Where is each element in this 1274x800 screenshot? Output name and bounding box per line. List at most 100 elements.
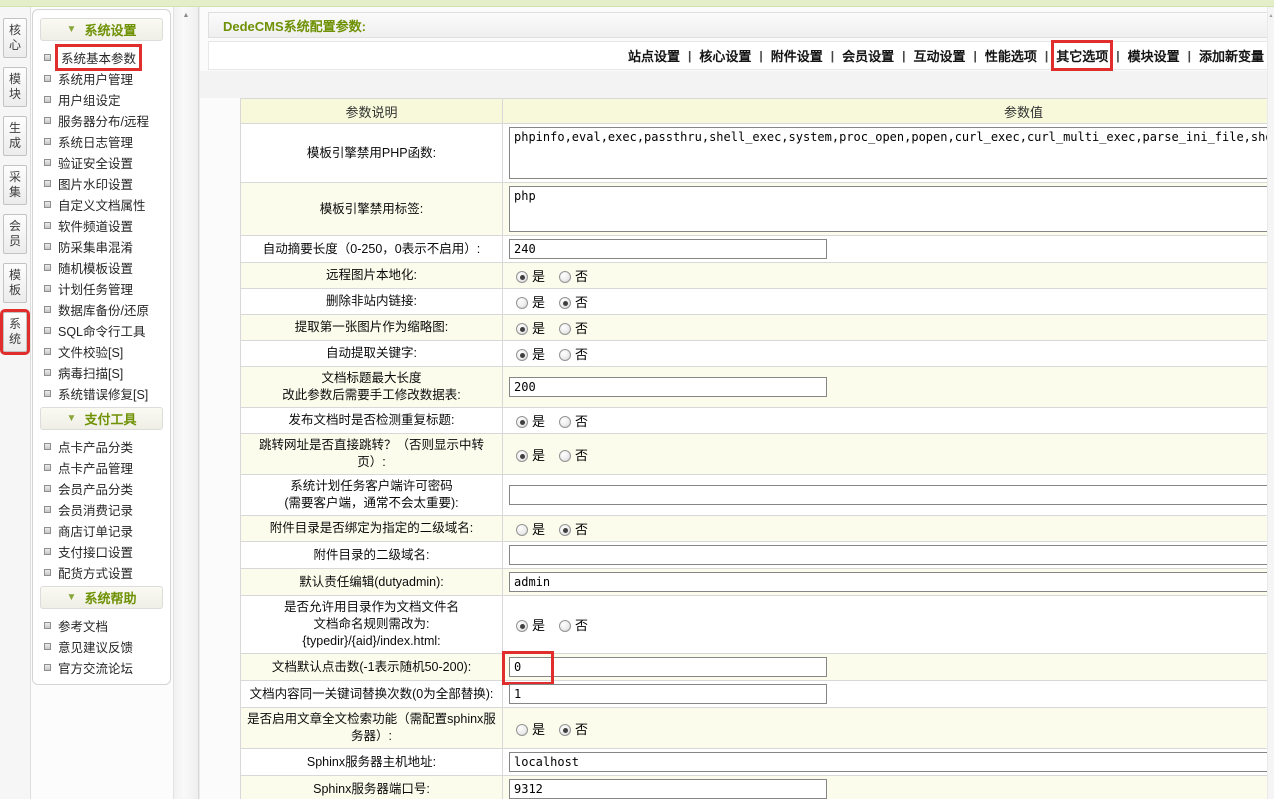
radio-option-no[interactable]: 否 [559,722,588,737]
radio-icon[interactable] [516,450,528,462]
radio-option-no[interactable]: 否 [559,269,588,284]
sidebar-item-会员产品分类[interactable]: 会员产品分类 [33,478,170,499]
sidebar-item-系统基本参数[interactable]: 系统基本参数 [33,47,170,68]
bullet-icon [44,527,51,534]
radio-icon[interactable] [516,271,528,283]
param-input[interactable] [509,572,1274,592]
sidebar-item-商店订单记录[interactable]: 商店订单记录 [33,520,170,541]
radio-icon[interactable] [516,297,528,309]
sidebar-item-会员消费记录[interactable]: 会员消费记录 [33,499,170,520]
section-header-系统帮助[interactable]: ▼系统帮助 [40,586,163,609]
sidebar-item-系统用户管理[interactable]: 系统用户管理 [33,68,170,89]
sidebar-item-数据库备份/还原[interactable]: 数据库备份/还原 [33,299,170,320]
radio-icon[interactable] [559,620,571,632]
sidebar-item-计划任务管理[interactable]: 计划任务管理 [33,278,170,299]
module-tab-会员[interactable]: 会 员 [3,214,27,254]
radio-icon[interactable] [516,620,528,632]
param-input[interactable] [509,657,827,677]
sidebar-item-点卡产品分类[interactable]: 点卡产品分类 [33,436,170,457]
sidebar-item-随机模板设置[interactable]: 随机模板设置 [33,257,170,278]
radio-option-no[interactable]: 否 [559,618,588,633]
radio-icon[interactable] [559,271,571,283]
module-tab-系统[interactable]: 系 统 [3,312,27,352]
radio-option-yes[interactable]: 是 [516,448,545,463]
sidebar-item-防采集串混淆[interactable]: 防采集串混淆 [33,236,170,257]
module-tab-模块[interactable]: 模 块 [3,67,27,107]
radio-icon[interactable] [516,524,528,536]
tab-添加新变量[interactable]: 添加新变量 [1197,43,1266,68]
module-tab-核心[interactable]: 核 心 [3,18,27,58]
radio-option-no[interactable]: 否 [559,414,588,429]
radio-icon[interactable] [559,349,571,361]
radio-icon[interactable] [516,323,528,335]
main-scrollbar[interactable]: ▲ [1267,7,1274,799]
tab-站点设置[interactable]: 站点设置 [626,43,682,68]
tab-模块设置[interactable]: 模块设置 [1126,43,1182,68]
sidebar-item-系统错误修复[S][interactable]: 系统错误修复[S] [33,383,170,404]
param-input[interactable] [509,377,827,397]
sidebar-item-label: 商店订单记录 [58,521,133,540]
radio-option-no[interactable]: 否 [559,448,588,463]
radio-icon[interactable] [559,297,571,309]
param-input[interactable] [509,485,1274,505]
sidebar-item-意见建议反馈[interactable]: 意见建议反馈 [33,636,170,657]
radio-icon[interactable] [559,524,571,536]
radio-label-yes: 是 [532,321,545,336]
sidebar-item-病毒扫描[S][interactable]: 病毒扫描[S] [33,362,170,383]
sidebar-item-验证安全设置[interactable]: 验证安全设置 [33,152,170,173]
param-input[interactable] [509,752,1274,772]
radio-icon[interactable] [559,416,571,428]
sidebar-item-点卡产品管理[interactable]: 点卡产品管理 [33,457,170,478]
sidebar-item-用户组设定[interactable]: 用户组设定 [33,89,170,110]
radio-option-yes[interactable]: 是 [516,414,545,429]
sidebar-item-支付接口设置[interactable]: 支付接口设置 [33,541,170,562]
param-textarea[interactable] [509,186,1274,232]
radio-option-yes[interactable]: 是 [516,522,545,537]
sidebar-item-软件频道设置[interactable]: 软件频道设置 [33,215,170,236]
radio-option-yes[interactable]: 是 [516,295,545,310]
param-input[interactable] [509,779,827,799]
sidebar-item-官方交流论坛[interactable]: 官方交流论坛 [33,657,170,678]
tab-会员设置[interactable]: 会员设置 [840,43,896,68]
tab-其它选项[interactable]: 其它选项 [1054,43,1110,68]
radio-option-no[interactable]: 否 [559,522,588,537]
radio-option-no[interactable]: 否 [559,347,588,362]
param-input[interactable] [509,545,1274,565]
tab-互动设置[interactable]: 互动设置 [911,43,967,68]
param-input[interactable] [509,684,827,704]
scroll-up-arrow-icon[interactable]: ▲ [174,12,198,19]
sidebar-item-SQL命令行工具[interactable]: SQL命令行工具 [33,320,170,341]
sidebar-item-自定义文档属性[interactable]: 自定义文档属性 [33,194,170,215]
radio-icon[interactable] [559,724,571,736]
sidebar-item-配货方式设置[interactable]: 配货方式设置 [33,562,170,583]
radio-icon[interactable] [516,724,528,736]
radio-option-no[interactable]: 否 [559,295,588,310]
radio-option-yes[interactable]: 是 [516,618,545,633]
bullet-icon [44,643,51,650]
radio-icon[interactable] [559,323,571,335]
sidebar-item-图片水印设置[interactable]: 图片水印设置 [33,173,170,194]
param-input[interactable] [509,239,827,259]
radio-option-yes[interactable]: 是 [516,269,545,284]
sidebar-item-参考文档[interactable]: 参考文档 [33,615,170,636]
module-tab-模板[interactable]: 模 板 [3,263,27,303]
module-tab-生成[interactable]: 生 成 [3,116,27,156]
section-header-支付工具[interactable]: ▼支付工具 [40,407,163,430]
tab-核心设置[interactable]: 核心设置 [697,43,753,68]
sidebar-item-系统日志管理[interactable]: 系统日志管理 [33,131,170,152]
sidebar-item-文件校验[S][interactable]: 文件校验[S] [33,341,170,362]
radio-option-no[interactable]: 否 [559,321,588,336]
radio-option-yes[interactable]: 是 [516,347,545,362]
sidebar-item-服务器分布/远程[interactable]: 服务器分布/远程 [33,110,170,131]
radio-option-yes[interactable]: 是 [516,321,545,336]
section-header-系统设置[interactable]: ▼系统设置 [40,18,163,41]
tab-性能选项[interactable]: 性能选项 [983,43,1039,68]
radio-icon[interactable] [559,450,571,462]
radio-icon[interactable] [516,349,528,361]
radio-icon[interactable] [516,416,528,428]
param-textarea[interactable] [509,127,1274,179]
radio-option-yes[interactable]: 是 [516,722,545,737]
module-tab-采集[interactable]: 采 集 [3,165,27,205]
tab-附件设置[interactable]: 附件设置 [769,43,825,68]
sidebar-scrollbar[interactable]: ▲ [173,7,199,799]
